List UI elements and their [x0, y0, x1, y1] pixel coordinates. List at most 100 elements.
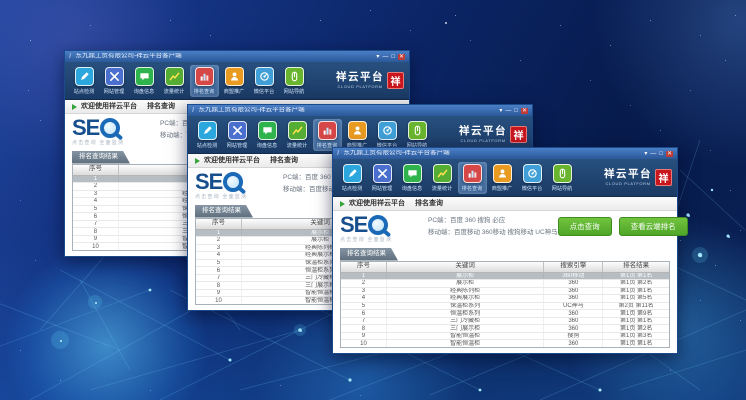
window-titlebar[interactable]: 广东九鼎工贸有限公司-祥云平台客户端 ▾ — □ ✕	[65, 51, 409, 62]
cloud-rank-button[interactable]: 查看云端排名	[619, 217, 688, 236]
toolbar-item-label: 商盟推广	[492, 184, 512, 192]
toolbar-items: 站点检测网站管理询盘信息流量统计排名查询商盟推广微信平台网站导航	[70, 65, 332, 97]
maximize-button[interactable]: □	[514, 108, 518, 114]
minimize-button[interactable]: —	[650, 151, 656, 157]
cell-no: 3	[73, 191, 119, 198]
table-row[interactable]: 6恒温柜系列360第1页 第9名	[341, 310, 669, 318]
magnifier-icon	[223, 172, 243, 192]
query-button[interactable]: 点击查询	[558, 217, 612, 236]
cell-no: 6	[341, 310, 387, 317]
table-header: 序号关键词搜索引擎排名结果	[341, 262, 669, 273]
skin-button[interactable]: ▾	[644, 151, 647, 157]
tab-rank-results[interactable]: 排名查询结果	[72, 151, 130, 164]
toolbar-item-site-check[interactable]: 站点检测	[193, 119, 222, 151]
table-row[interactable]: 5保温柜系列UC神马第2页 第11名	[341, 303, 669, 311]
toolbar-item-site-manage[interactable]: 网站管理	[223, 119, 252, 151]
table-row[interactable]: 7三门冷藏柜360第1页 第1名	[341, 318, 669, 326]
brand-subtitle: CLOUD PLATFORM	[459, 138, 507, 143]
cell-no: 3	[341, 288, 387, 295]
brand-logo: 祥云平台 CLOUD PLATFORM 祥	[455, 126, 527, 143]
skin-button[interactable]: ▾	[376, 54, 379, 60]
toolbar-item-site-check[interactable]: 站点检测	[338, 162, 367, 194]
flag-icon	[195, 158, 200, 164]
toolbar-item-label: 网站管理	[104, 87, 124, 95]
window-titlebar[interactable]: 广东九鼎工贸有限公司-祥云平台客户端 ▾ — □ ✕	[333, 148, 677, 159]
engine-info: PC端：百度 360 搜狗 必应 移动端：百度移动 360移动 搜狗移动 UC神…	[428, 215, 558, 240]
toolbar-item-label: 网站导航	[284, 87, 304, 95]
table-row[interactable]: 4经典展示柜360第1页 第5名	[341, 295, 669, 303]
minimize-button[interactable]: —	[382, 54, 388, 60]
toolbar-item-site-manage[interactable]: 网站管理	[100, 65, 129, 97]
toolbar-item-label: 流量统计	[287, 141, 307, 149]
toolbar-item-label: 微信平台	[522, 184, 542, 192]
window-titlebar[interactable]: 广东九鼎工贸有限公司-祥云平台客户端 ▾ — □ ✕	[188, 105, 532, 116]
toolbar-item-label: 站点检测	[342, 184, 362, 192]
toolbar-item-alliance-promo[interactable]: 商盟推广	[220, 65, 249, 97]
toolbar-item-alliance-promo[interactable]: 商盟推广	[488, 162, 517, 194]
brand-name: 祥云平台	[604, 169, 652, 180]
seo-logo: SE 点击查询 全面监测	[195, 172, 281, 200]
welcome-text: 欢迎使用祥云平台	[81, 103, 137, 110]
table-row[interactable]: 2展示柜360第1页 第2名	[341, 280, 669, 288]
close-button[interactable]: ✕	[398, 54, 405, 60]
maximize-button[interactable]: □	[391, 54, 395, 60]
minimize-button[interactable]: —	[505, 108, 511, 114]
cell-rank: 第1页 第1名	[603, 288, 669, 295]
toolbar-item-rank-query[interactable]: 排名查询	[458, 162, 487, 194]
cell-kw: 三门展示柜	[387, 325, 544, 332]
traffic-stats-icon	[165, 67, 184, 86]
toolbar-item-wechat-platform[interactable]: 微信平台	[373, 119, 402, 151]
cell-no: 7	[341, 318, 387, 325]
column-header: 排名结果	[603, 262, 669, 272]
site-manage-icon	[105, 67, 124, 86]
seo-tagline: 点击查询 全面监测	[195, 193, 281, 200]
toolbar-item-site-manage[interactable]: 网站管理	[368, 162, 397, 194]
seo-logo-text: SE	[195, 173, 222, 192]
cell-no: 8	[196, 282, 242, 289]
toolbar-item-traffic-stats[interactable]: 流量统计	[160, 65, 189, 97]
toolbar-item-inquiry-info[interactable]: 询盘信息	[398, 162, 427, 194]
toolbar-item-inquiry-info[interactable]: 询盘信息	[130, 65, 159, 97]
close-button[interactable]: ✕	[666, 151, 673, 157]
skin-button[interactable]: ▾	[499, 108, 502, 114]
cell-no: 6	[196, 267, 242, 274]
cell-rank: 第1页 第1名	[603, 340, 669, 347]
brand-text: 祥云平台 CLOUD PLATFORM	[459, 126, 507, 142]
tab-rank-results[interactable]: 排名查询结果	[195, 205, 253, 218]
toolbar-item-rank-query[interactable]: 排名查询	[313, 119, 342, 151]
cell-engine: 360	[544, 310, 603, 317]
toolbar-item-wechat-platform[interactable]: 微信平台	[518, 162, 547, 194]
toolbar-item-site-check[interactable]: 站点检测	[70, 65, 99, 97]
tab-rank-results[interactable]: 排名查询结果	[340, 248, 398, 261]
table-row[interactable]: 1展示柜360移动第1页 第1名	[341, 273, 669, 281]
toolbar-item-site-nav[interactable]: 网站导航	[280, 65, 309, 97]
table-row[interactable]: 9智能恒温柜搜狗第1页 第3名	[341, 333, 669, 341]
toolbar-item-site-nav[interactable]: 网站导航	[548, 162, 577, 194]
action-buttons: 点击查询 查看云端排名	[558, 217, 688, 236]
result-tab-row: 排名查询结果	[340, 248, 670, 261]
cell-no: 10	[73, 243, 119, 250]
welcome-text: 欢迎使用祥云平台	[349, 200, 405, 207]
content-area: SE 点击查询 全面监测 PC端：百度 360 搜狗 必应 移动端：百度移动 3…	[333, 211, 677, 353]
cell-no: 2	[196, 237, 242, 244]
cell-no: 9	[341, 333, 387, 340]
table-row[interactable]: 10智能恒温柜360第1页 第1名	[341, 340, 669, 347]
close-button[interactable]: ✕	[521, 108, 528, 114]
toolbar-item-traffic-stats[interactable]: 流量统计	[428, 162, 457, 194]
toolbar-item-label: 网站管理	[227, 141, 247, 149]
toolbar-item-traffic-stats[interactable]: 流量统计	[283, 119, 312, 151]
maximize-button[interactable]: □	[659, 151, 663, 157]
toolbar-item-label: 流量统计	[164, 87, 184, 95]
toolbar-item-wechat-platform[interactable]: 微信平台	[250, 65, 279, 97]
toolbar-item-rank-query[interactable]: 排名查询	[190, 65, 219, 97]
window-controls: ▾ — □ ✕	[376, 54, 405, 60]
cell-engine: 360	[544, 280, 603, 287]
rank-table: 序号关键词搜索引擎排名结果 1展示柜360移动第1页 第1名2展示柜360第1页…	[340, 261, 670, 349]
toolbar-item-inquiry-info[interactable]: 询盘信息	[253, 119, 282, 151]
table-row[interactable]: 3经典陈列柜360第1页 第1名	[341, 288, 669, 296]
toolbar-item-label: 流量统计	[432, 184, 452, 192]
toolbar-item-site-nav[interactable]: 网站导航	[403, 119, 432, 151]
site-manage-icon	[373, 164, 392, 183]
toolbar-item-alliance-promo[interactable]: 商盟推广	[343, 119, 372, 151]
table-row[interactable]: 8三门展示柜360第1页 第2名	[341, 325, 669, 333]
